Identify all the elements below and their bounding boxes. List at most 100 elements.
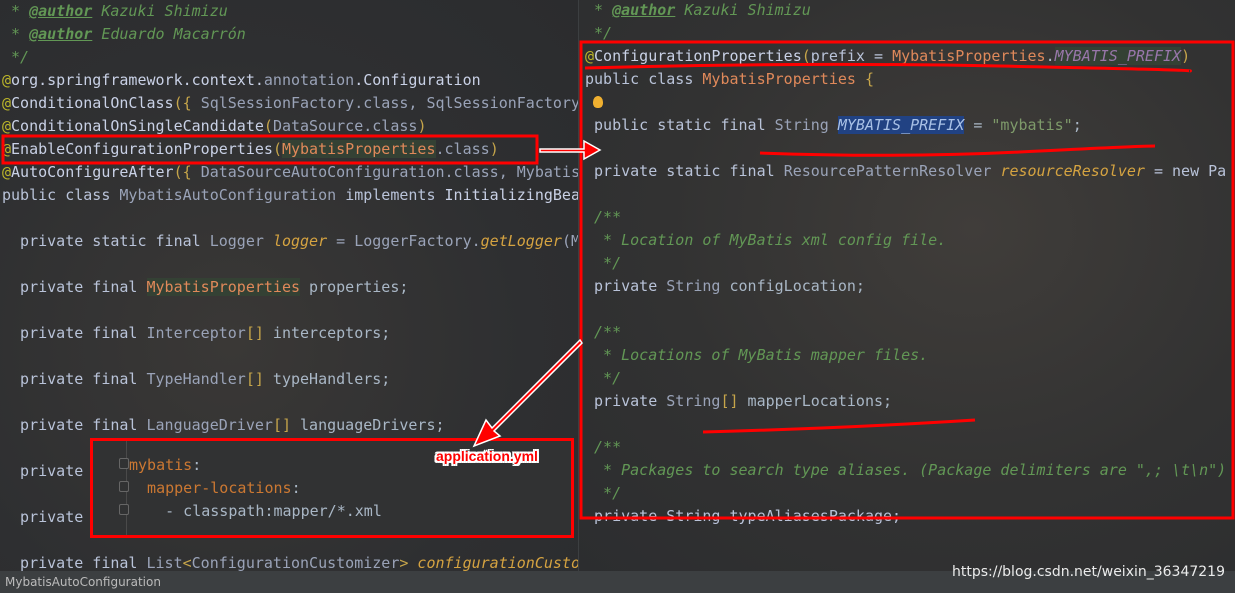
code-token: ({ (173, 163, 201, 181)
code-line[interactable]: @ConditionalOnSingleCandidate(DataSource… (2, 115, 426, 138)
code-line[interactable]: @ConditionalOnClass({ SqlSessionFactory.… (2, 92, 578, 115)
code-line[interactable]: * Locations of MyBatis mapper files. (585, 344, 928, 367)
code-token: */ (585, 484, 622, 502)
code-token: private (585, 392, 667, 410)
code-line[interactable]: * @author Kazuki Shimizu (585, 0, 811, 22)
code-token: : (192, 456, 202, 474)
code-token: */ (585, 24, 613, 42)
code-token: */ (585, 254, 622, 272)
code-line[interactable]: */ (2, 46, 29, 69)
code-token: getLogger (480, 232, 562, 250)
code-line[interactable]: private String typeAliasesPackage; (585, 505, 901, 528)
code-token: LanguageDriver (146, 416, 273, 434)
fold-icon[interactable] (119, 481, 129, 492)
code-token: @ (2, 94, 12, 112)
code-line[interactable]: /** (585, 321, 621, 344)
code-token: = LoggerFactory. (327, 232, 481, 250)
code-token: TypeHandler (146, 370, 246, 388)
code-line[interactable]: private final LanguageDriver[] languageD… (2, 414, 444, 437)
code-line[interactable]: @EnableConfigurationProperties(MybatisPr… (2, 138, 499, 161)
yml-label: application.yml (436, 448, 538, 464)
code-token: Interceptor (146, 324, 246, 342)
code-line[interactable]: /** (585, 206, 621, 229)
code-line[interactable]: @AutoConfigureAfter({ DataSourceAutoConf… (2, 161, 578, 184)
code-token: org.springframework.context. (11, 71, 264, 89)
code-token: [] (720, 392, 739, 410)
code-token: @ (2, 163, 12, 181)
code-line[interactable]: public class MybatisProperties { (585, 68, 874, 91)
code-line[interactable]: private String configLocation; (585, 275, 865, 298)
code-token: mapper-locations (129, 479, 292, 497)
code-token: public static final (585, 116, 775, 134)
code-line[interactable]: private final Interceptor[] interceptors… (2, 322, 390, 345)
code-line[interactable]: private (2, 460, 83, 483)
code-token: interceptors; (263, 324, 391, 342)
code-token: MYBATIS_PREFIX (1054, 47, 1182, 65)
code-line[interactable]: */ (585, 367, 621, 390)
fold-icon[interactable] (119, 458, 129, 469)
code-token: MybatisProperties (281, 140, 436, 158)
code-token: configLocation; (729, 277, 865, 295)
code-token: private String typeAliasesPackage; (585, 507, 902, 525)
code-line[interactable]: public class MybatisAutoConfiguration im… (2, 184, 578, 207)
code-token: MybatisAutoConfiguration (119, 186, 346, 204)
code-token: ) (417, 117, 427, 135)
code-line[interactable]: */ (585, 22, 612, 45)
code-line[interactable]: private static final Logger logger = Log… (2, 230, 578, 253)
code-line[interactable]: */ (585, 252, 621, 275)
code-token: ( (801, 47, 811, 65)
code-token: prefix = (810, 47, 893, 65)
code-token: (M (561, 232, 578, 250)
code-line[interactable]: private static final ResourcePatternReso… (585, 160, 1226, 183)
watermark: https://blog.csdn.net/weixin_36347219 (951, 564, 1225, 580)
right-editor-pane[interactable]: * @author Kazuki Shimizu */ @Configuratio… (578, 0, 1235, 571)
code-token: */ (585, 369, 622, 387)
code-token: MybatisProperties (146, 278, 301, 296)
code-line[interactable]: /** (585, 436, 621, 459)
code-token: ( (272, 140, 282, 158)
code-token: private static final (585, 162, 784, 180)
code-token: Logger (209, 232, 273, 250)
code-token: ConditionalOnSingleCandidate (11, 117, 264, 135)
code-token: Kazuki Shimizu (92, 2, 228, 20)
lightbulb-icon[interactable] (593, 96, 603, 108)
code-line[interactable]: public static final String MYBATIS_PREFI… (585, 114, 1082, 137)
code-token: InitializingBea (444, 186, 578, 204)
code-line[interactable]: * Packages to search type aliases. (Pack… (585, 459, 1226, 482)
code-token: @ (2, 71, 12, 89)
code-token: /** (585, 438, 622, 456)
code-token: Kazuki Shimizu (675, 1, 811, 19)
code-token: ConfigurationCustomizer (191, 554, 400, 571)
breadcrumb[interactable]: MybatisAutoConfiguration (5, 575, 161, 589)
code-token: * Packages to search type aliases. (Pack… (585, 461, 1227, 479)
code-token: * (2, 2, 30, 20)
fold-icon[interactable] (119, 504, 129, 515)
code-line[interactable]: @ConfigurationProperties(prefix = Mybati… (585, 45, 1190, 68)
code-line[interactable]: private String[] mapperLocations; (585, 390, 892, 413)
code-line[interactable]: * Location of MyBatis xml config file. (585, 229, 946, 252)
code-token: * Locations of MyBatis mapper files. (585, 346, 929, 364)
code-token: String (774, 116, 838, 134)
code-token: @ (585, 47, 595, 65)
code-token: * (2, 25, 30, 43)
code-line[interactable]: private (2, 506, 83, 529)
code-token: MybatisProperties (702, 70, 865, 88)
code-token: "mybatis" (991, 116, 1073, 134)
code-token: implements (345, 186, 445, 204)
code-line[interactable]: mapper-locations: (129, 477, 301, 500)
code-line[interactable]: private final MybatisProperties properti… (2, 276, 408, 299)
code-line[interactable]: */ (585, 482, 621, 505)
code-token: private (2, 462, 84, 480)
code-line[interactable]: @org.springframework.context.annotation.… (2, 69, 481, 92)
code-line[interactable]: private final TypeHandler[] typeHandlers… (2, 368, 390, 391)
code-line[interactable]: mybatis: (129, 454, 201, 477)
code-token: DataSourceAutoConfiguration.class, Mybat… (200, 163, 578, 181)
code-line[interactable]: * @author Kazuki Shimizu (2, 0, 228, 23)
code-token: @author (612, 1, 676, 19)
code-line[interactable]: - classpath:mapper/*.xml (129, 500, 382, 523)
code-line[interactable]: private final List<ConfigurationCustomiz… (2, 552, 578, 571)
code-token: * (585, 1, 613, 19)
code-line[interactable]: * @author Eduardo Macarrón (2, 23, 246, 46)
code-token: annotation (263, 71, 355, 89)
code-token: /** (585, 208, 622, 226)
